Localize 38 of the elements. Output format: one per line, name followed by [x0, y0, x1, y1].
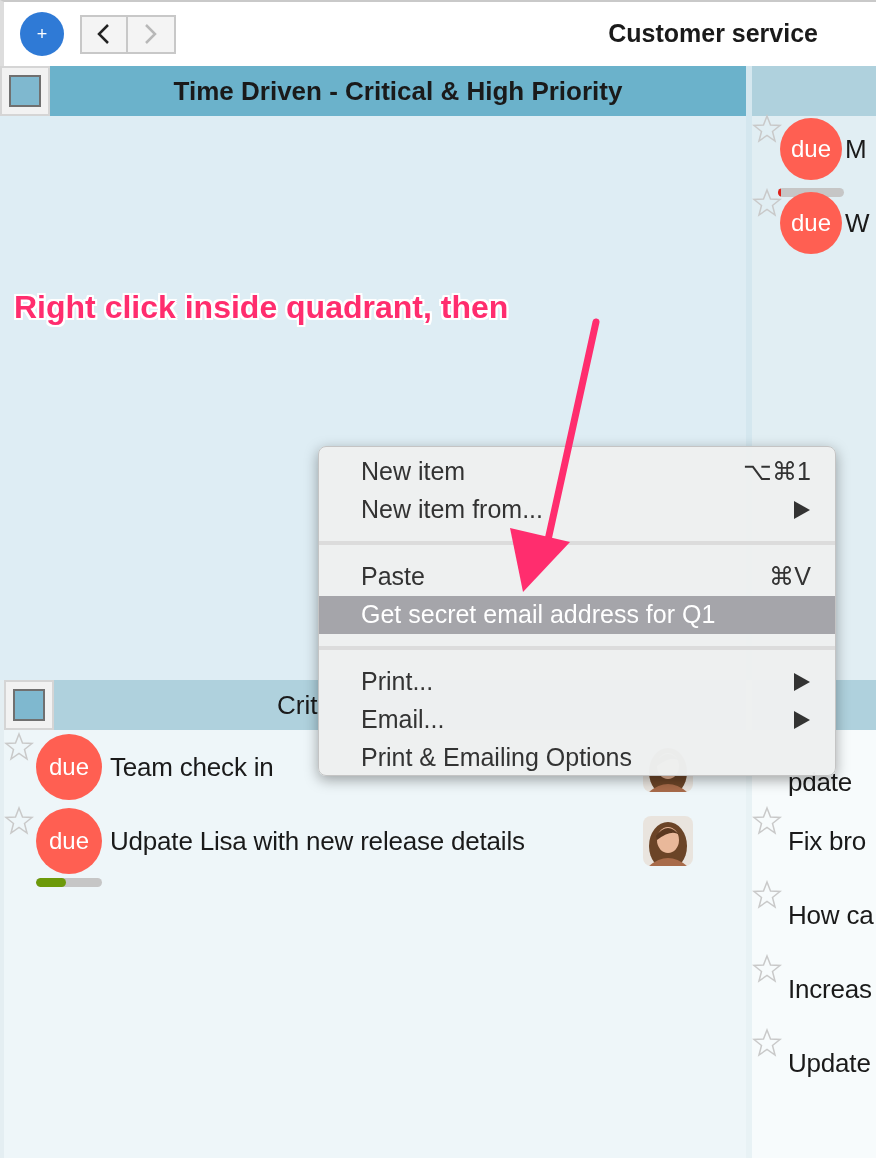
- star-icon[interactable]: [4, 732, 34, 762]
- task-title: Increas: [788, 972, 872, 1006]
- window-title: Customer service: [608, 18, 818, 50]
- annotation-text: Right click inside quadrant, then: [14, 288, 509, 327]
- task-title: Update: [788, 1046, 871, 1080]
- task-title: M: [845, 132, 867, 166]
- back-button[interactable]: [80, 14, 128, 54]
- shortcut-label: ⌘V: [769, 561, 811, 593]
- quadrant-title: Time Driven - Critical & High Priority: [173, 74, 623, 108]
- star-icon[interactable]: [752, 954, 782, 984]
- due-badge: due: [780, 118, 842, 180]
- quadrant-title: Crit: [277, 688, 318, 722]
- due-badge: due: [36, 808, 102, 874]
- star-icon[interactable]: [4, 806, 34, 836]
- star-icon[interactable]: [752, 114, 782, 144]
- star-icon[interactable]: [752, 1028, 782, 1058]
- task-title: Team check in: [110, 750, 274, 784]
- star-icon[interactable]: [752, 806, 782, 836]
- task-title: How ca: [788, 898, 874, 932]
- menu-item[interactable]: New item from...: [319, 491, 835, 529]
- menu-item[interactable]: Paste ⌘V: [319, 558, 835, 596]
- quadrant-header[interactable]: [752, 66, 876, 116]
- quadrant-header[interactable]: Time Driven - Critical & High Priority: [0, 66, 746, 116]
- menu-item[interactable]: Print...: [319, 663, 835, 701]
- task-title: Udpate Lisa with new release details: [110, 824, 525, 858]
- task-title: Fix bro: [788, 824, 867, 858]
- add-button[interactable]: +: [20, 12, 64, 56]
- menu-item[interactable]: Email...: [319, 701, 835, 739]
- due-badge: due: [36, 734, 102, 800]
- due-badge: due: [780, 192, 842, 254]
- shortcut-label: ⌥⌘1: [743, 456, 811, 488]
- star-icon[interactable]: [752, 880, 782, 910]
- star-icon[interactable]: [752, 188, 782, 218]
- task-title: pdate: [788, 765, 853, 799]
- checkbox[interactable]: [4, 680, 54, 730]
- checkbox[interactable]: [0, 66, 50, 116]
- task-title: W: [845, 206, 870, 240]
- menu-item[interactable]: New item ⌥⌘1: [319, 453, 835, 491]
